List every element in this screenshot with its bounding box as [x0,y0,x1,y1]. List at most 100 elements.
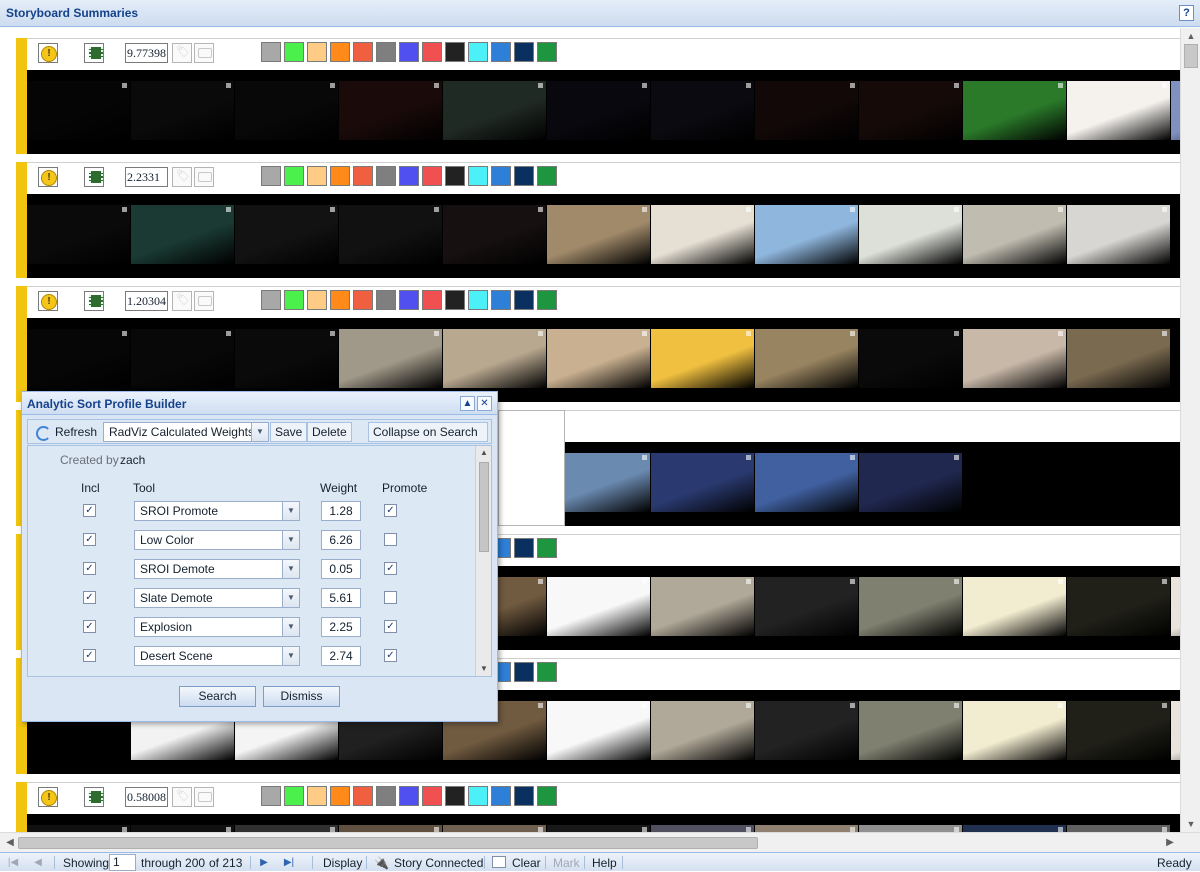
color-swatch[interactable] [537,786,557,806]
color-swatch[interactable] [376,166,396,186]
color-swatch[interactable] [399,42,419,62]
scroll-up-arrow-icon[interactable]: ▲ [1181,28,1200,44]
close-icon[interactable]: ✕ [477,396,492,411]
keyframe-thumbnail[interactable] [1067,825,1170,832]
mark-button[interactable]: Mark [553,856,580,872]
keyframe-thumbnail[interactable] [131,81,234,140]
color-swatch[interactable] [376,786,396,806]
include-checkbox[interactable]: ✓ [83,591,96,604]
color-swatch[interactable] [284,42,304,62]
promote-checkbox[interactable]: ✓ [384,620,397,633]
color-swatch[interactable] [376,42,396,62]
scrollbar-thumb[interactable] [479,462,489,552]
keyframe-thumbnail[interactable] [27,329,130,388]
vertical-scrollbar[interactable]: ▲ ▼ [1180,28,1200,832]
keyframe-thumbnail[interactable] [547,205,650,264]
collapse-icon[interactable]: ▲ [460,396,475,411]
keyframe-thumbnail[interactable] [1171,701,1180,760]
comment-icon[interactable] [194,43,214,63]
keyframe-thumbnail[interactable] [339,205,442,264]
keyframe-thumbnail[interactable] [27,825,130,832]
color-swatch[interactable] [261,42,281,62]
tool-select[interactable]: Desert Scene ▼ [134,646,300,666]
keyframe-thumbnail[interactable] [963,825,1066,832]
comment-icon[interactable] [194,787,214,807]
chevron-down-icon[interactable]: ▼ [282,502,299,520]
color-swatch[interactable] [307,166,327,186]
promote-checkbox[interactable]: ✓ [384,562,397,575]
promote-checkbox[interactable] [384,533,397,546]
color-swatch[interactable] [422,786,442,806]
keyframe-thumbnail[interactable] [755,577,858,636]
keyframe-thumbnail[interactable] [235,205,338,264]
tool-select[interactable]: SROI Demote ▼ [134,559,300,579]
include-checkbox[interactable]: ✓ [83,649,96,662]
weight-input[interactable]: 6.26 [321,530,361,550]
color-swatch[interactable] [307,786,327,806]
help-button[interactable]: Help [592,856,617,872]
keyframe-thumbnail[interactable] [651,825,754,832]
weight-input[interactable]: 0.05 [321,559,361,579]
color-swatch[interactable] [468,42,488,62]
keyframe-thumbnail[interactable] [963,577,1066,636]
keyframe-thumbnail[interactable] [339,825,442,832]
keyframe-thumbnail[interactable] [755,81,858,140]
warning-icon[interactable] [38,167,58,187]
color-swatch[interactable] [537,42,557,62]
story-row[interactable]: 1.20304 [16,286,1180,402]
color-swatch[interactable] [307,42,327,62]
tag-icon[interactable] [172,291,192,311]
color-swatch[interactable] [330,786,350,806]
scroll-down-arrow-icon[interactable]: ▼ [476,662,491,676]
keyframe-thumbnail[interactable] [235,825,338,832]
color-swatch[interactable] [445,42,465,62]
tag-icon[interactable] [172,167,192,187]
keyframe-thumbnail[interactable] [859,81,962,140]
keyframe-thumbnail[interactable] [1171,577,1180,636]
color-swatch[interactable] [307,290,327,310]
keyframe-thumbnail[interactable] [443,825,546,832]
keyframe-thumbnail[interactable] [547,81,650,140]
film-icon[interactable] [84,291,104,311]
color-swatch[interactable] [376,290,396,310]
color-swatch[interactable] [284,290,304,310]
color-swatch[interactable] [491,166,511,186]
warning-icon[interactable] [38,787,58,807]
keyframe-thumbnail[interactable] [131,329,234,388]
keyframe-thumbnail[interactable] [547,577,650,636]
collapse-on-search-button[interactable]: Collapse on Search ▼ [368,422,488,456]
color-swatch[interactable] [468,290,488,310]
keyframe-thumbnail[interactable] [755,453,858,512]
color-swatch[interactable] [537,538,557,558]
color-swatch[interactable] [491,786,511,806]
clear-button[interactable]: Clear [512,856,541,872]
color-swatch[interactable] [491,42,511,62]
weight-input[interactable]: 1.28 [321,501,361,521]
color-swatch[interactable] [514,290,534,310]
chevron-down-icon[interactable]: ▼ [282,647,299,665]
keyframe-thumbnail[interactable] [859,205,962,264]
refresh-button[interactable]: Refresh [30,422,100,442]
keyframe-thumbnail[interactable] [651,453,754,512]
film-icon[interactable] [84,43,104,63]
keyframe-thumbnail[interactable] [1067,81,1170,140]
color-swatch[interactable] [284,786,304,806]
color-swatch[interactable] [537,290,557,310]
color-swatch[interactable] [514,538,534,558]
keyframe-thumbnail[interactable] [651,577,754,636]
keyframe-thumbnail[interactable] [131,825,234,832]
color-swatch[interactable] [445,786,465,806]
keyframe-thumbnail[interactable] [651,205,754,264]
color-swatch[interactable] [445,290,465,310]
include-checkbox[interactable]: ✓ [83,533,96,546]
story-row[interactable]: 0.58008 [16,782,1180,832]
keyframe-thumbnail[interactable] [443,81,546,140]
keyframe-thumbnail[interactable] [755,329,858,388]
promote-checkbox[interactable]: ✓ [384,504,397,517]
color-swatch[interactable] [468,786,488,806]
color-swatch[interactable] [445,166,465,186]
include-checkbox[interactable]: ✓ [83,562,96,575]
keyframe-thumbnail[interactable] [1067,329,1170,388]
color-swatch[interactable] [330,290,350,310]
keyframe-thumbnail[interactable] [1067,205,1170,264]
